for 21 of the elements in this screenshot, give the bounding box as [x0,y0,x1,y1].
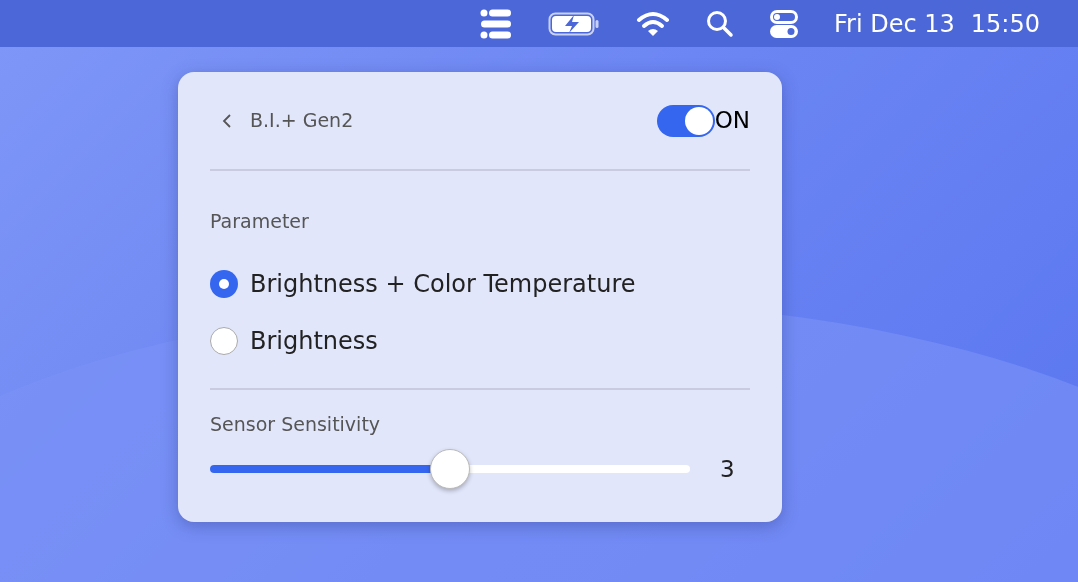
menu-bar-clock[interactable]: 15:50 [970,5,1040,42]
toggles-icon[interactable] [770,9,798,38]
power-label: ON [714,106,750,136]
option-label: Brightness [250,326,378,357]
section-label: Parameter [210,209,310,234]
toggle-knob [684,106,713,135]
panel-title: B.I.+ Gen2 [250,108,354,134]
sensitivity-value: 3 [720,455,735,484]
radio-button[interactable] [210,327,238,355]
slider-thumb[interactable] [430,449,470,490]
section-label: Sensor Sensitivity [210,411,382,437]
search-icon[interactable] [706,9,734,38]
battery-charging-icon[interactable] [548,11,600,36]
option-label: Brightness + Color Temperature [250,269,636,300]
chevron-left-icon [222,112,232,129]
power-toggle[interactable] [656,104,715,137]
back-button[interactable] [222,112,232,129]
menu-bar-date[interactable]: Fri Dec 13 [834,5,955,42]
radio-button[interactable] [210,270,238,298]
wifi-icon[interactable] [636,10,670,37]
control-sliders-icon[interactable] [480,8,512,39]
